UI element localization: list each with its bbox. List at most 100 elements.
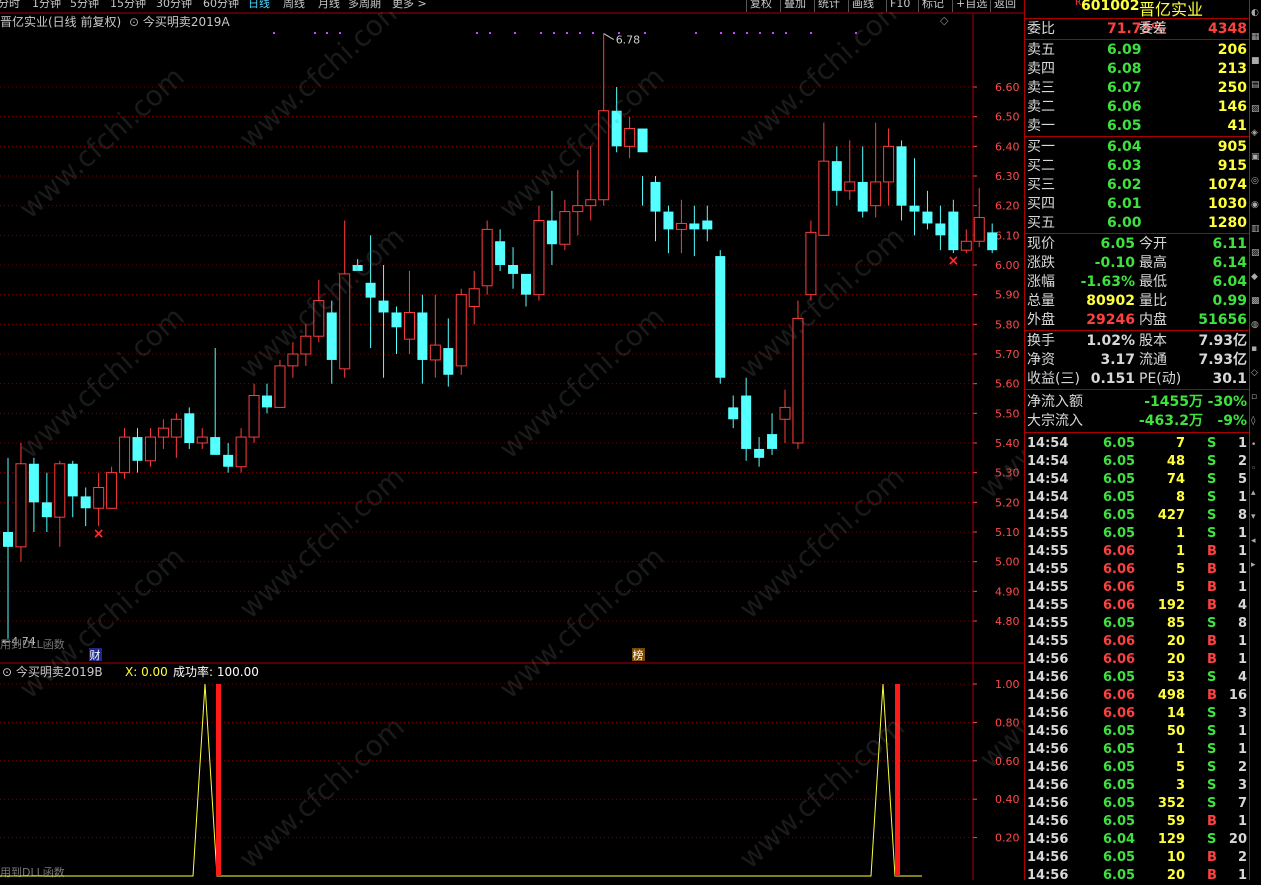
tick-time: 14:55	[1027, 580, 1069, 595]
toolbar-button-7[interactable]: 返回	[990, 0, 1019, 12]
toolbar-button-0[interactable]: 复权	[746, 0, 775, 12]
tab-5[interactable]: 60分钟	[203, 0, 239, 10]
tick-count: 5	[1237, 472, 1247, 487]
info-row: 净资 3.17 流通 7.93亿	[1027, 351, 1247, 370]
toolbar-button-6[interactable]: +自选	[952, 0, 990, 12]
tick-price: 6.05	[1103, 454, 1136, 469]
tick-volume: 8	[1175, 490, 1185, 505]
edge-tool-icon[interactable]: ▩	[1251, 296, 1261, 306]
ask-row: 卖四 6.08 213	[1027, 60, 1247, 79]
edge-tool-icon[interactable]: ▦	[1251, 32, 1261, 42]
ask-volume: 146	[1217, 99, 1247, 115]
info-row: 收益(三) 0.151 PE(动) 30.1	[1027, 370, 1247, 389]
indicator-name[interactable]: 今买明卖2019A	[143, 15, 230, 29]
tick-side: B	[1207, 814, 1217, 829]
edge-tool-icon[interactable]: ◍	[1251, 320, 1261, 330]
edge-tool-icon[interactable]: ▨	[1251, 104, 1261, 114]
edge-tool-icon[interactable]: ◊	[1251, 416, 1261, 426]
tick-price: 6.06	[1103, 688, 1136, 703]
axis-label: 5.00	[995, 556, 1020, 569]
info-row: 换手 1.02% 股本 7.93亿	[1027, 332, 1247, 351]
candle-body-up	[455, 294, 467, 367]
weicha-label: 委差	[1139, 21, 1167, 37]
edge-tool-icon[interactable]: ▥	[1251, 224, 1261, 234]
edge-tool-icon[interactable]: ▸	[1251, 560, 1261, 570]
edge-tool-icon[interactable]: ▪	[1251, 344, 1261, 354]
tick-time: 14:56	[1027, 850, 1069, 865]
edge-tool-icon[interactable]: ▤	[1251, 80, 1261, 90]
tick-row: 14:56 6.05 20 B 1	[1027, 867, 1247, 885]
diamond-icon[interactable]: ◇	[940, 14, 948, 27]
edge-tool-icon[interactable]: ▫	[1251, 392, 1261, 402]
tab-8[interactable]: 月线	[318, 0, 340, 10]
tab-9[interactable]: 多周期	[348, 0, 381, 10]
info-value-2: 30.1	[1212, 371, 1247, 387]
candle-body-up	[572, 205, 584, 213]
edge-tool-icon[interactable]: ◐	[1251, 8, 1261, 18]
stat-row: 外盘 29246 内盘 51656	[1027, 311, 1247, 330]
edge-tool-icon[interactable]: ◇	[1251, 368, 1261, 378]
tick-count: 3	[1237, 706, 1247, 721]
tick-volume: 53	[1166, 670, 1185, 685]
edge-tool-icon[interactable]: ◎	[1251, 176, 1261, 186]
candle-body-down	[508, 265, 519, 274]
watermark-text: www.cfchi.com	[13, 300, 191, 465]
signal-dot	[644, 32, 646, 34]
toolbar-button-4[interactable]: F10	[886, 0, 913, 12]
dropdown-icon[interactable]: ⊙	[129, 15, 139, 29]
candle-body-down	[417, 312, 428, 360]
ask-label: 卖三	[1027, 80, 1055, 96]
flow-amount: -463.2万	[1138, 413, 1203, 429]
candle-body-down	[831, 161, 842, 191]
candle-body-up	[248, 395, 260, 438]
tick-row: 14:56 6.05 352 S 7	[1027, 795, 1247, 813]
axis-label: 5.80	[995, 318, 1020, 331]
tab-7[interactable]: 周线	[283, 0, 305, 10]
edge-tool-icon[interactable]: ▾	[1251, 512, 1261, 522]
tab-10[interactable]: 更多 >	[392, 0, 427, 10]
tick-time: 14:55	[1027, 634, 1069, 649]
tab-3[interactable]: 15分钟	[110, 0, 146, 10]
edge-tool-icon[interactable]: ■	[1251, 56, 1261, 66]
candle-body-up	[973, 217, 985, 242]
tick-time: 14:56	[1027, 760, 1069, 775]
tick-side: B	[1207, 544, 1217, 559]
info-value-2: 7.93亿	[1198, 333, 1247, 349]
tab-6[interactable]: 日线	[248, 0, 270, 10]
candle-body-down	[728, 407, 739, 420]
ask-price: 6.05	[1107, 118, 1142, 134]
edge-tool-icon[interactable]: ▴	[1251, 488, 1261, 498]
candle-body-down	[80, 496, 91, 509]
edge-tool-icon[interactable]: ◈	[1251, 128, 1261, 138]
tab-4[interactable]: 30分钟	[156, 0, 192, 10]
toolbar-button-5[interactable]: 标记	[918, 0, 947, 12]
tick-time: 14:56	[1027, 796, 1069, 811]
toolbar-button-3[interactable]: 画线	[848, 0, 877, 12]
stock-period-label: 晋亿实业(日线 前复权)	[0, 15, 122, 29]
candle-body-down	[223, 454, 234, 467]
edge-tool-icon[interactable]: •	[1251, 440, 1261, 450]
kline-chart[interactable]: 6.60 6.50 6.40 6.30 6.20 6.10 6.00 5.90 5.80 5.70…	[0, 0, 1024, 880]
tick-side: B	[1207, 688, 1217, 703]
edge-tool-icon[interactable]: ◂	[1251, 536, 1261, 546]
edge-tool-icon[interactable]: ◆	[1251, 272, 1261, 282]
tick-side: S	[1207, 742, 1217, 757]
tab-2[interactable]: 5分钟	[70, 0, 99, 10]
toolbar-button-1[interactable]: 叠加	[780, 0, 809, 12]
tick-side: B	[1207, 850, 1217, 865]
edge-tool-icon[interactable]: ◦	[1251, 464, 1261, 474]
toolbar-button-2[interactable]: 统计	[814, 0, 843, 12]
edge-tool-icon[interactable]: ◉	[1251, 200, 1261, 210]
divider	[1025, 432, 1249, 433]
tick-time: 14:54	[1027, 454, 1069, 469]
tab-1[interactable]: 1分钟	[32, 0, 61, 10]
tab-0[interactable]: 分时	[0, 0, 20, 10]
tick-side: S	[1207, 796, 1217, 811]
stat-value-2: 6.11	[1212, 236, 1247, 252]
weibi-label: 委比	[1027, 21, 1055, 37]
candle-body-up	[93, 487, 105, 509]
candle-body-up	[170, 418, 182, 438]
edge-tool-icon[interactable]: ▧	[1251, 248, 1261, 258]
tick-count: 3	[1237, 778, 1247, 793]
edge-tool-icon[interactable]: ▣	[1251, 152, 1261, 162]
